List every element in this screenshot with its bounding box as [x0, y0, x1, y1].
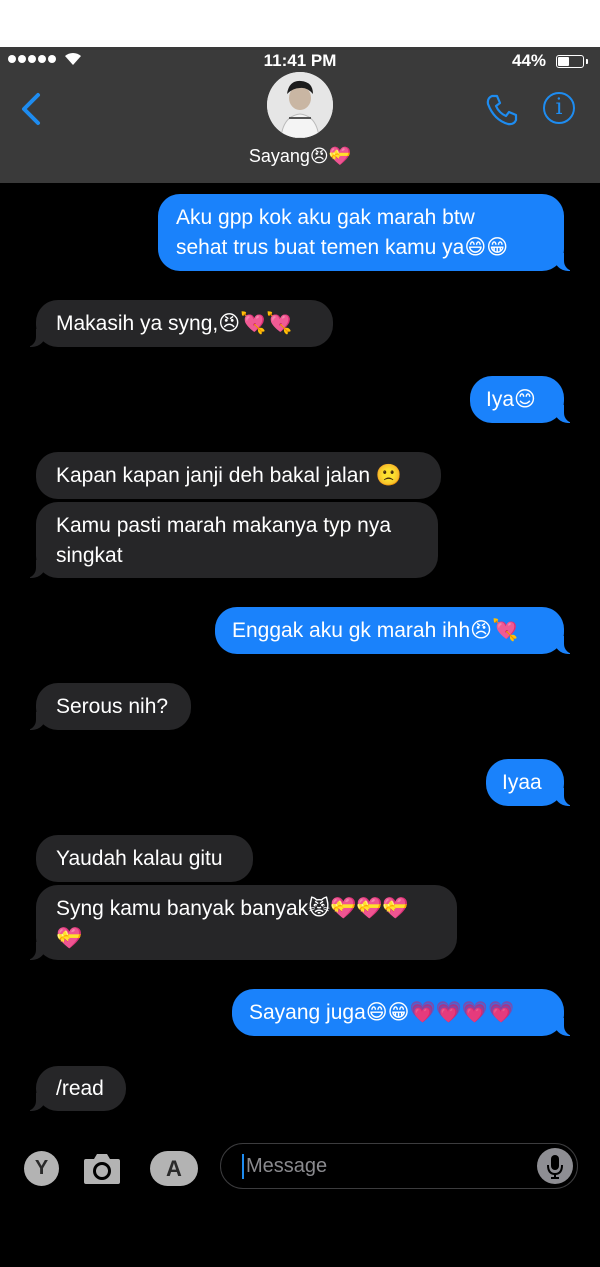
message-text: Kamu pasti marah makanya typ nya singkat: [56, 514, 391, 567]
status-bar: 11:41 PM 44%: [0, 50, 600, 74]
message-text: Serous nih?: [56, 695, 169, 718]
microphone-icon: [547, 1155, 563, 1179]
message-bubble-incoming[interactable]: Kapan kapan janji deh bakal jalan 🙁: [36, 452, 441, 499]
app-store-glyph: A: [166, 1156, 182, 1181]
app-y-icon[interactable]: Y: [24, 1151, 59, 1186]
contact-avatar[interactable]: [267, 72, 333, 138]
message-bubble-incoming[interactable]: /read: [20, 1066, 126, 1111]
message-bubble-outgoing[interactable]: Aku gpp kok aku gak marah btw sehat trus…: [158, 194, 580, 271]
message-bubble-incoming[interactable]: Yaudah kalau gitu: [36, 835, 253, 882]
contact-name[interactable]: Sayang😠💝: [0, 146, 600, 167]
message-text: Aku gpp kok aku gak marah btw sehat trus…: [176, 206, 509, 259]
message-bubble-outgoing[interactable]: Sayang juga😄😁💗💗💗💗: [232, 989, 580, 1036]
message-composer: Y A Message: [0, 1135, 600, 1195]
message-bubble-incoming[interactable]: Syng kamu banyak banyak😾💝💝💝 💝: [20, 885, 457, 960]
phone-icon[interactable]: [484, 92, 520, 128]
message-bubble-incoming[interactable]: Serous nih?: [20, 683, 191, 730]
message-bubble-incoming[interactable]: Kamu pasti marah makanya typ nya singkat: [20, 502, 438, 578]
message-bubble-outgoing[interactable]: Iya😊: [470, 376, 580, 423]
back-chevron-icon[interactable]: [18, 92, 44, 126]
avatar-photo: [267, 72, 333, 138]
microphone-button[interactable]: [537, 1148, 573, 1184]
message-placeholder: Message: [246, 1155, 328, 1177]
battery-icon: [556, 55, 588, 68]
message-text: Yaudah kalau gitu: [56, 847, 223, 870]
message-bubble-outgoing[interactable]: Enggak aku gk marah ihh😠💘: [215, 607, 580, 654]
message-bubble-outgoing[interactable]: Iyaa: [486, 759, 580, 806]
message-text: Sayang juga😄😁💗💗💗💗: [249, 1001, 515, 1024]
top-bezel: [0, 0, 600, 47]
message-text: Iyaa: [502, 771, 542, 794]
message-text: Kapan kapan janji deh bakal jalan 🙁: [56, 464, 403, 487]
info-icon[interactable]: i: [543, 92, 575, 124]
message-text: Iya😊: [486, 388, 536, 411]
message-text: Syng kamu banyak banyak😾💝💝💝 💝: [56, 897, 409, 950]
status-time: 11:41 PM: [263, 51, 337, 70]
battery-percent: 44%: [512, 51, 547, 70]
camera-icon[interactable]: [82, 1150, 122, 1186]
app-store-icon[interactable]: A: [150, 1151, 198, 1186]
text-caret: [242, 1154, 244, 1179]
message-text: Makasih ya syng,😠💘💘: [56, 312, 293, 335]
message-text: Enggak aku gk marah ihh😠💘: [232, 619, 519, 642]
message-input[interactable]: Message: [220, 1143, 578, 1189]
message-text: /read: [56, 1077, 104, 1100]
message-bubble-incoming[interactable]: Makasih ya syng,😠💘💘: [20, 300, 333, 347]
